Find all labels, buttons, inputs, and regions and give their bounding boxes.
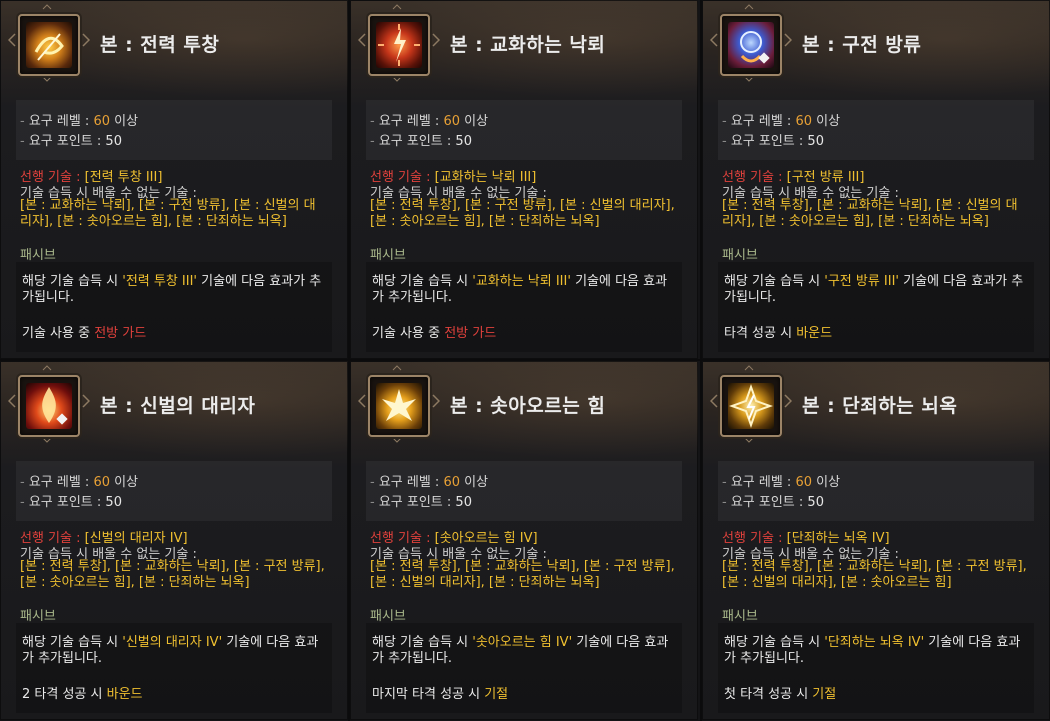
effect-line: 2 타격 성공 시 바운드: [22, 687, 143, 702]
bottom-ornament-icon: [42, 76, 52, 82]
skill-icon-frame[interactable]: [18, 14, 80, 76]
right-chevron-icon: [432, 33, 440, 47]
required-level: - 요구 레벨 : 60 이상: [370, 114, 489, 129]
skill-card[interactable]: 본 : 솟아오르는 힘 - 요구 레벨 : 60 이상 - 요구 포인트 : 5…: [350, 361, 698, 720]
passive-label: 패시브: [722, 609, 758, 624]
effect-description: 해당 기술 습득 시 '교화하는 낙뢰 III' 기술에 다음 효과가 추가됩니…: [372, 274, 668, 305]
required-points: - 요구 포인트 : 50: [722, 495, 824, 510]
left-chevron-icon: [358, 394, 366, 408]
right-chevron-icon: [432, 394, 440, 408]
skill-title: 본 : 솟아오르는 힘: [450, 395, 606, 417]
right-chevron-icon: [784, 394, 792, 408]
required-points: - 요구 포인트 : 50: [722, 134, 824, 149]
required-points: - 요구 포인트 : 50: [370, 134, 472, 149]
row-divider: [0, 359, 1050, 361]
requirements-box: - 요구 레벨 : 60 이상 - 요구 포인트 : 50: [366, 100, 682, 160]
left-chevron-icon: [710, 394, 718, 408]
effect-line: 기술 사용 중 전방 가드: [22, 326, 147, 341]
passive-label: 패시브: [20, 609, 56, 624]
sphere-discharge-icon: [740, 31, 770, 64]
required-level: - 요구 레벨 : 60 이상: [722, 475, 841, 490]
left-chevron-icon: [710, 33, 718, 47]
skill-title: 본 : 구전 방류: [802, 34, 922, 56]
unlearnable-skills: [본 : 교화하는 낙뢰], [본 : 구전 방류], [본 : 신벌의 대리자…: [20, 198, 316, 229]
skill-title: 본 : 전력 투창: [100, 34, 220, 56]
passive-label: 패시브: [20, 248, 56, 263]
skill-card[interactable]: 본 : 전력 투창 - 요구 레벨 : 60 이상 - 요구 포인트 : 50 …: [0, 0, 348, 359]
effect-line: 마지막 타격 성공 시 기절: [372, 687, 509, 702]
effect-box: 해당 기술 습득 시 '교화하는 낙뢰 III' 기술에 다음 효과가 추가됩니…: [366, 262, 682, 352]
bottom-ornament-icon: [42, 437, 52, 443]
skill-title: 본 : 단죄하는 뇌옥: [802, 395, 958, 417]
required-points: - 요구 포인트 : 50: [370, 495, 472, 510]
requirements-box: - 요구 레벨 : 60 이상 - 요구 포인트 : 50: [718, 461, 1034, 521]
thunder-prison-icon: [729, 384, 773, 428]
top-ornament-icon: [42, 365, 52, 371]
effect-box: 해당 기술 습득 시 '신벌의 대리자 IV' 기술에 다음 효과가 추가됩니다…: [16, 623, 332, 713]
skill-title: 본 : 교화하는 낙뢰: [450, 34, 606, 56]
left-chevron-icon: [358, 33, 366, 47]
required-level: - 요구 레벨 : 60 이상: [370, 475, 489, 490]
effect-description: 해당 기술 습득 시 '구전 방류 III' 기술에 다음 효과가 추가됩니다.: [724, 274, 1024, 305]
skill-title: 본 : 신벌의 대리자: [100, 395, 256, 417]
bottom-ornament-icon: [744, 76, 754, 82]
effect-description: 해당 기술 습득 시 '단죄하는 뇌옥 IV' 기술에 다음 효과가 추가됩니다…: [724, 635, 1021, 666]
effect-line: 타격 성공 시 바운드: [724, 326, 833, 341]
unlearnable-skills: [본 : 전력 투창], [본 : 구전 방류], [본 : 신벌의 대리자],…: [370, 198, 675, 229]
effect-line: 첫 타격 성공 시 기절: [724, 687, 837, 702]
requirements-box: - 요구 레벨 : 60 이상 - 요구 포인트 : 50: [16, 461, 332, 521]
unlearnable-skills: [본 : 전력 투창], [본 : 교화하는 낙뢰], [본 : 구전 방류],…: [722, 559, 1027, 590]
skill-icon-frame[interactable]: [720, 375, 782, 437]
passive-label: 패시브: [722, 248, 758, 263]
effect-box: 해당 기술 습득 시 '전력 투창 III' 기술에 다음 효과가 추가됩니다.…: [16, 262, 332, 352]
right-chevron-icon: [82, 33, 90, 47]
left-chevron-icon: [8, 394, 16, 408]
unlearnable-skills: [본 : 전력 투창], [본 : 교화하는 낙뢰], [본 : 구전 방류],…: [370, 559, 675, 590]
effect-description: 해당 기술 습득 시 '신벌의 대리자 IV' 기술에 다음 효과가 추가됩니다…: [22, 635, 319, 666]
skill-card[interactable]: 본 : 단죄하는 뇌옥 - 요구 레벨 : 60 이상 - 요구 포인트 : 5…: [702, 361, 1050, 720]
requirements-box: - 요구 레벨 : 60 이상 - 요구 포인트 : 50: [366, 461, 682, 521]
top-ornament-icon: [42, 4, 52, 10]
effect-box: 해당 기술 습득 시 '솟아오르는 힘 IV' 기술에 다음 효과가 추가됩니다…: [366, 623, 682, 713]
effect-description: 해당 기술 습득 시 '전력 투창 III' 기술에 다음 효과가 추가됩니다.: [22, 274, 322, 305]
effect-line: 기술 사용 중 전방 가드: [372, 326, 497, 341]
spear-vortex-icon: [34, 33, 64, 61]
required-level: - 요구 레벨 : 60 이상: [20, 114, 139, 129]
passive-label: 패시브: [370, 609, 406, 624]
skill-icon-frame[interactable]: [368, 375, 430, 437]
effect-box: 해당 기술 습득 시 '구전 방류 III' 기술에 다음 효과가 추가됩니다.…: [718, 262, 1034, 352]
unlearnable-skills: [본 : 전력 투창], [본 : 교화하는 낙뢰], [본 : 신벌의 대리자…: [722, 198, 1018, 229]
required-level: - 요구 레벨 : 60 이상: [20, 475, 139, 490]
divine-flame-icon: [42, 387, 68, 425]
requirements-box: - 요구 레벨 : 60 이상 - 요구 포인트 : 50: [16, 100, 332, 160]
skill-card[interactable]: 본 : 신벌의 대리자 - 요구 레벨 : 60 이상 - 요구 포인트 : 5…: [0, 361, 348, 720]
skill-icon-frame[interactable]: [368, 14, 430, 76]
skill-icon-frame[interactable]: [720, 14, 782, 76]
top-ornament-icon: [744, 365, 754, 371]
bottom-ornament-icon: [392, 437, 402, 443]
bottom-ornament-icon: [744, 437, 754, 443]
skill-card[interactable]: 본 : 교화하는 낙뢰 - 요구 레벨 : 60 이상 - 요구 포인트 : 5…: [350, 0, 698, 359]
passive-label: 패시브: [370, 248, 406, 263]
rising-burst-icon: [382, 389, 416, 421]
skill-icon-frame[interactable]: [18, 375, 80, 437]
effect-description: 해당 기술 습득 시 '솟아오르는 힘 IV' 기술에 다음 효과가 추가됩니다…: [372, 635, 669, 666]
required-points: - 요구 포인트 : 50: [20, 495, 122, 510]
required-level: - 요구 레벨 : 60 이상: [722, 114, 841, 129]
top-ornament-icon: [392, 365, 402, 371]
top-ornament-icon: [392, 4, 402, 10]
lightning-bolt-icon: [378, 24, 420, 66]
bottom-ornament-icon: [392, 76, 402, 82]
required-points: - 요구 포인트 : 50: [20, 134, 122, 149]
skill-tooltip-grid: 본 : 전력 투창 - 요구 레벨 : 60 이상 - 요구 포인트 : 50 …: [0, 0, 1050, 721]
left-chevron-icon: [8, 33, 16, 47]
right-chevron-icon: [82, 394, 90, 408]
right-chevron-icon: [784, 33, 792, 47]
requirements-box: - 요구 레벨 : 60 이상 - 요구 포인트 : 50: [718, 100, 1034, 160]
unlearnable-skills: [본 : 전력 투창], [본 : 교화하는 낙뢰], [본 : 구전 방류],…: [20, 559, 325, 590]
top-ornament-icon: [744, 4, 754, 10]
effect-box: 해당 기술 습득 시 '단죄하는 뇌옥 IV' 기술에 다음 효과가 추가됩니다…: [718, 623, 1034, 713]
skill-card[interactable]: 본 : 구전 방류 - 요구 레벨 : 60 이상 - 요구 포인트 : 50 …: [702, 0, 1050, 359]
